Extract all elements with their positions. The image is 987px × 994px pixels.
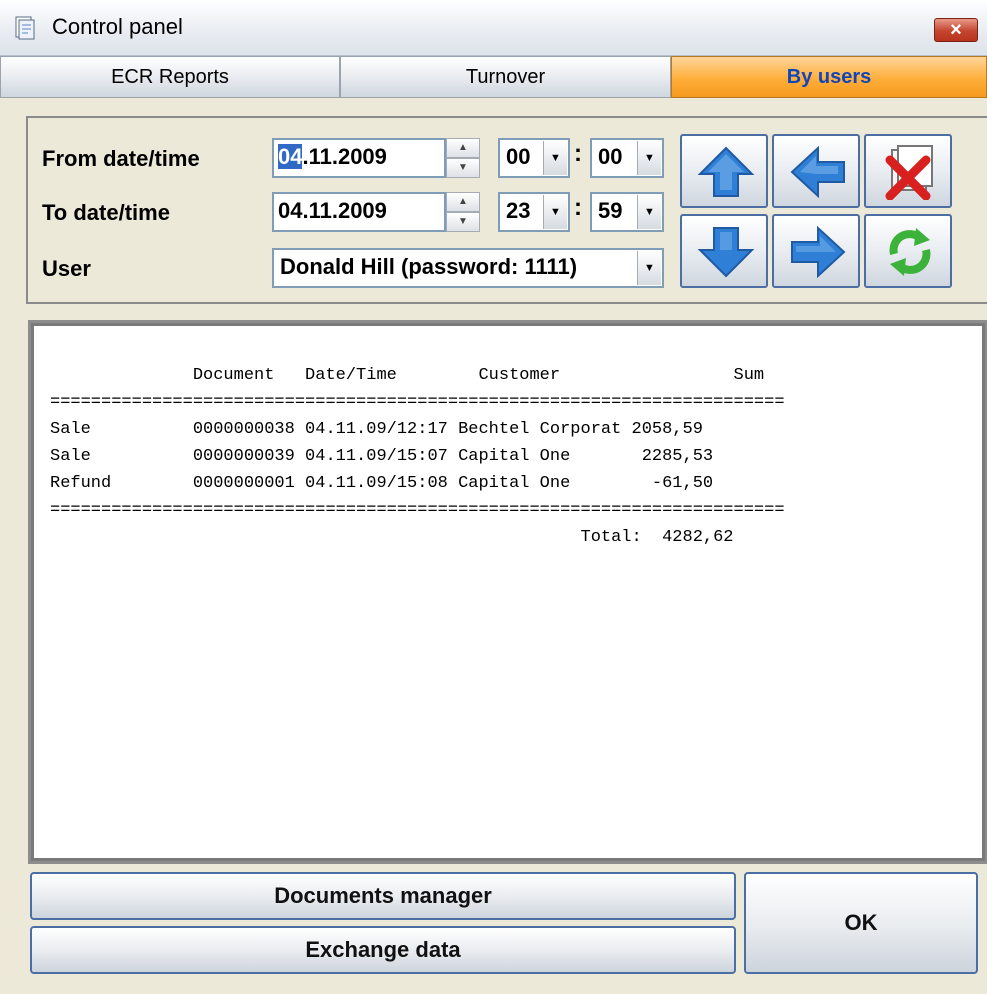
user-value: Donald Hill (password: 1111) xyxy=(280,254,578,279)
spin-down-icon[interactable]: ▼ xyxy=(446,158,480,178)
report-separator: ========================================… xyxy=(50,393,785,412)
chevron-down-icon[interactable]: ▼ xyxy=(637,141,661,175)
time-separator: : xyxy=(574,140,582,167)
delete-button[interactable] xyxy=(864,134,952,208)
chevron-down-icon[interactable]: ▼ xyxy=(543,141,567,175)
to-minute-select[interactable]: 59 ▼ xyxy=(590,192,664,232)
move-right-button[interactable] xyxy=(772,214,860,288)
time-separator: : xyxy=(574,194,582,221)
to-hour-select[interactable]: 23 ▼ xyxy=(498,192,570,232)
close-button[interactable]: × xyxy=(934,18,978,42)
report-tabs: ECR Reports Turnover By users xyxy=(0,56,987,98)
refresh-icon xyxy=(889,228,931,276)
refresh-button[interactable] xyxy=(864,214,952,288)
arrow-right-icon xyxy=(791,225,846,279)
exchange-data-button[interactable]: Exchange data xyxy=(30,926,736,974)
to-datetime-label: To date/time xyxy=(42,200,170,225)
tab-by-users[interactable]: By users xyxy=(671,56,987,98)
delete-icon xyxy=(885,145,933,200)
to-date-input[interactable]: 04.11.2009 xyxy=(272,192,446,232)
chevron-down-icon[interactable]: ▼ xyxy=(637,195,661,229)
report-text: Document Date/Time Customer Sum =========… xyxy=(50,362,785,551)
from-date-spinner[interactable]: ▲ ▼ xyxy=(446,138,480,178)
move-down-button[interactable] xyxy=(680,214,768,288)
from-date-input[interactable]: 04.11.2009 xyxy=(272,138,446,178)
app-document-icon xyxy=(15,16,35,40)
to-date-spinner[interactable]: ▲ ▼ xyxy=(446,192,480,232)
spin-up-icon[interactable]: ▲ xyxy=(446,138,480,158)
chevron-down-icon[interactable]: ▼ xyxy=(543,195,567,229)
arrow-up-icon xyxy=(697,146,755,197)
from-hour-select[interactable]: 00 ▼ xyxy=(498,138,570,178)
title-bar[interactable]: Control panel × xyxy=(0,0,987,56)
user-label: User xyxy=(42,256,91,281)
from-date-rest: .11.2009 xyxy=(302,144,387,169)
report-total: Total: 4282,62 xyxy=(50,528,734,547)
report-header: Document Date/Time Customer Sum xyxy=(50,366,765,385)
report-row: Sale 0000000039 04.11.09/15:07 Capital O… xyxy=(50,447,714,466)
spin-up-icon[interactable]: ▲ xyxy=(446,192,480,212)
report-view[interactable]: Document Date/Time Customer Sum =========… xyxy=(34,326,982,858)
report-row: Sale 0000000038 04.11.09/12:17 Bechtel C… xyxy=(50,420,703,439)
from-hour-value: 00 xyxy=(506,144,531,169)
control-panel-window: Control panel × ECR Reports Turnover By … xyxy=(0,0,987,994)
tab-turnover[interactable]: Turnover xyxy=(340,56,671,98)
to-hour-value: 23 xyxy=(506,198,531,223)
arrow-down-icon xyxy=(697,227,755,278)
to-minute-value: 59 xyxy=(598,198,623,223)
documents-manager-button[interactable]: Documents manager xyxy=(30,872,736,920)
chevron-down-icon[interactable]: ▼ xyxy=(637,251,661,285)
ok-button[interactable]: OK xyxy=(744,872,978,974)
user-select[interactable]: Donald Hill (password: 1111) ▼ xyxy=(272,248,664,288)
report-row: Refund 0000000001 04.11.09/15:08 Capital… xyxy=(50,474,714,493)
report-separator: ========================================… xyxy=(50,501,785,520)
window-title: Control panel xyxy=(52,14,183,39)
from-datetime-label: From date/time xyxy=(42,146,200,171)
tab-ecr-reports[interactable]: ECR Reports xyxy=(0,56,340,98)
from-minute-value: 00 xyxy=(598,144,623,169)
move-left-button[interactable] xyxy=(772,134,860,208)
close-icon: × xyxy=(950,19,962,41)
spin-down-icon[interactable]: ▼ xyxy=(446,212,480,232)
filter-panel: From date/time To date/time User 04.11.2… xyxy=(26,116,987,304)
report-frame: Document Date/Time Customer Sum =========… xyxy=(28,320,987,864)
move-up-button[interactable] xyxy=(680,134,768,208)
arrow-left-icon xyxy=(790,145,845,199)
from-minute-select[interactable]: 00 ▼ xyxy=(590,138,664,178)
from-date-day-selected: 04 xyxy=(278,144,303,169)
